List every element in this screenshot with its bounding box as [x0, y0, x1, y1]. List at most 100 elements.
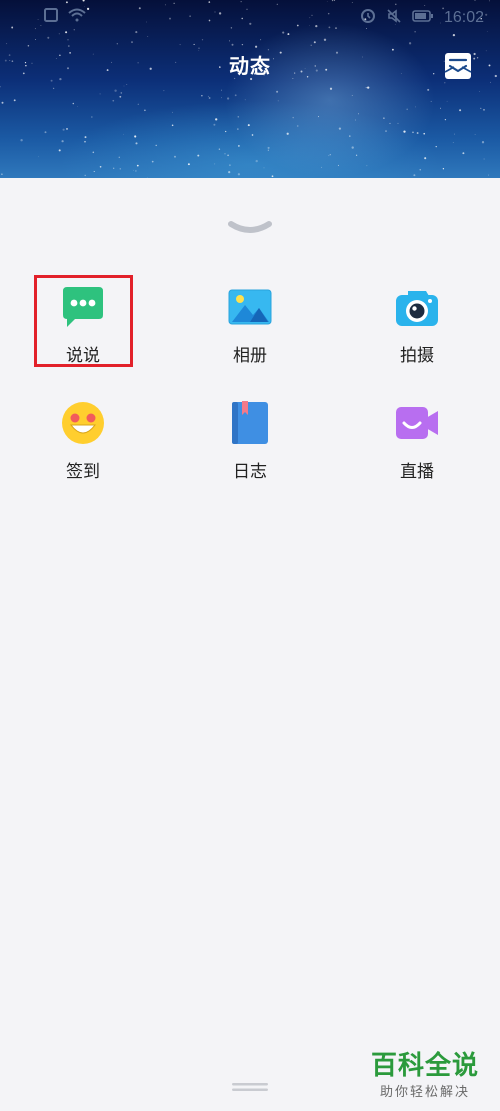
bottom-drag-handle[interactable] — [232, 1077, 268, 1091]
star — [215, 118, 218, 121]
mail-button[interactable] — [440, 48, 476, 84]
star — [351, 95, 353, 96]
star — [61, 140, 64, 143]
star — [244, 99, 246, 101]
star — [480, 107, 482, 109]
star — [27, 44, 30, 47]
star — [241, 43, 244, 46]
star — [47, 36, 50, 39]
star — [413, 174, 416, 177]
star — [218, 148, 221, 150]
star — [112, 99, 115, 102]
star — [237, 173, 241, 176]
star — [72, 102, 75, 105]
star — [229, 40, 230, 42]
star — [313, 41, 316, 44]
star — [446, 100, 448, 102]
star — [231, 43, 234, 46]
star — [0, 85, 1, 88]
star — [116, 43, 118, 45]
star — [247, 124, 250, 127]
star — [263, 167, 265, 169]
star — [221, 89, 222, 91]
star — [201, 39, 204, 41]
star — [52, 87, 55, 90]
star — [35, 39, 37, 40]
star — [20, 139, 23, 142]
star — [286, 132, 289, 135]
star — [6, 43, 8, 45]
star — [397, 122, 399, 124]
star — [454, 133, 456, 135]
star — [321, 166, 323, 168]
star — [84, 136, 87, 139]
star — [479, 91, 481, 92]
star — [329, 87, 333, 90]
mute-icon — [386, 8, 402, 28]
star — [119, 168, 121, 170]
grid-item-diary[interactable]: 日志 — [190, 401, 310, 497]
star — [310, 44, 312, 46]
grid-item-label: 相册 — [233, 346, 267, 366]
star — [271, 175, 274, 178]
star — [44, 131, 47, 134]
star — [329, 154, 331, 156]
grid-item-checkin[interactable]: 签到 — [23, 401, 143, 497]
star — [84, 140, 86, 143]
star — [77, 106, 79, 107]
star — [113, 167, 115, 169]
alarm-icon — [360, 8, 376, 28]
grid-item-label: 拍摄 — [400, 346, 434, 366]
smiley-icon — [62, 402, 104, 444]
star — [58, 149, 61, 152]
status-right: 16:02 — [360, 8, 484, 28]
watermark-title: 百科全说 — [370, 1051, 479, 1081]
star — [229, 164, 231, 167]
grid-item-album[interactable]: 相册 — [190, 285, 310, 381]
watermark: 百科全说 助你轻松解决 — [362, 1050, 488, 1108]
star — [208, 97, 211, 99]
star — [1, 101, 4, 104]
star — [442, 168, 445, 170]
star — [126, 84, 128, 85]
star — [351, 146, 354, 149]
chevron-down-icon — [228, 221, 272, 233]
star — [118, 156, 121, 159]
collapse-handle[interactable] — [225, 218, 275, 242]
star — [119, 95, 122, 98]
star — [462, 152, 465, 155]
grid-item-capture[interactable]: 拍摄 — [357, 285, 477, 381]
star — [383, 117, 385, 119]
star — [354, 119, 356, 121]
star — [234, 94, 237, 97]
star — [226, 97, 230, 100]
star — [224, 153, 226, 155]
star — [459, 109, 462, 112]
grid-item-label: 日志 — [233, 462, 267, 482]
star — [366, 165, 368, 167]
grid-item-live[interactable]: 直播 — [357, 401, 477, 497]
star — [171, 124, 174, 127]
star — [277, 100, 279, 102]
star — [415, 106, 416, 108]
star — [337, 164, 339, 166]
star — [238, 145, 240, 147]
star — [483, 158, 485, 160]
star — [163, 90, 165, 92]
star — [408, 42, 412, 45]
star — [328, 155, 330, 157]
star — [38, 156, 39, 158]
status-left — [44, 8, 96, 26]
star — [179, 44, 181, 46]
star — [267, 149, 269, 151]
star — [267, 49, 270, 51]
star — [389, 122, 391, 124]
star — [365, 87, 367, 89]
star — [392, 48, 394, 51]
diary-book-icon — [232, 401, 268, 444]
star — [137, 103, 139, 105]
star — [92, 151, 95, 154]
star — [296, 125, 299, 127]
star — [62, 128, 65, 131]
status-bar: 16:02 — [0, 0, 500, 34]
